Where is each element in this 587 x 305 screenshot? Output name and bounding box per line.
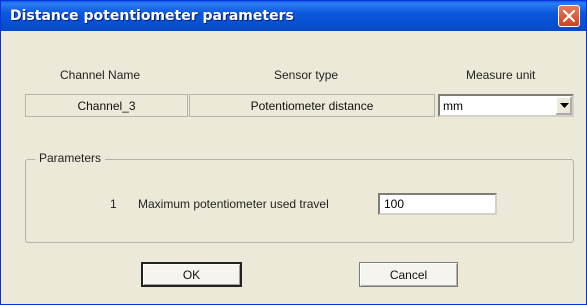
dropdown-button[interactable] <box>555 96 572 115</box>
parameter-index: 1 <box>110 197 117 211</box>
close-icon <box>563 10 575 22</box>
chevron-down-icon <box>560 103 569 108</box>
ok-button[interactable]: OK <box>141 262 242 287</box>
parameters-group-label: Parameters <box>35 151 106 165</box>
column-header-channel-name: Channel Name <box>60 68 141 82</box>
column-header-measure-unit: Measure unit <box>466 68 536 82</box>
channel-name-field: Channel_3 <box>25 94 188 117</box>
cancel-button[interactable]: Cancel <box>359 262 458 287</box>
sensor-type-field: Potentiometer distance <box>189 94 435 117</box>
measure-unit-dropdown[interactable]: mm <box>438 94 574 117</box>
ok-button-label: OK <box>182 267 201 282</box>
window-title: Distance potentiometer parameters <box>10 8 294 24</box>
max-travel-input[interactable] <box>378 193 497 215</box>
dialog-window: Distance potentiometer parameters Channe… <box>0 0 587 305</box>
close-button[interactable] <box>558 5 580 27</box>
cancel-button-label: Cancel <box>389 267 428 282</box>
measure-unit-value: mm <box>443 99 463 113</box>
parameter-label: Maximum potentiometer used travel <box>138 197 329 211</box>
title-bar[interactable]: Distance potentiometer parameters <box>1 1 586 31</box>
channel-name-value: Channel_3 <box>77 98 136 113</box>
column-header-sensor-type: Sensor type <box>274 68 339 82</box>
sensor-type-value: Potentiometer distance <box>250 98 374 113</box>
